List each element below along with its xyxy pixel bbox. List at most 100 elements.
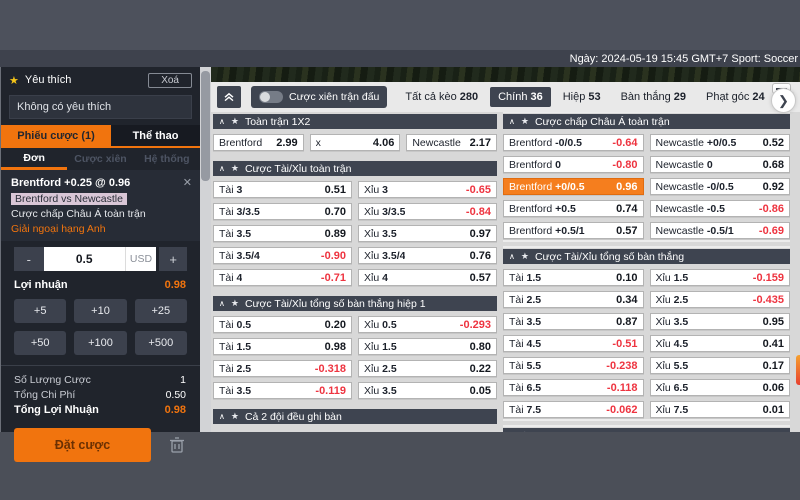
collapse-panel-icon[interactable]: ∧: [219, 164, 225, 173]
trash-icon[interactable]: [169, 436, 185, 454]
odds-cell[interactable]: Tài 4.5-0.51: [503, 335, 644, 352]
favorite-panel-icon[interactable]: ★: [521, 116, 529, 127]
market-tab-0[interactable]: Tất cả kèo280: [397, 87, 486, 107]
odds-cell[interactable]: Xỉu 5.50.17: [650, 357, 791, 374]
panel-header[interactable]: ∧★Cược chấp Châu Á toàn trận: [503, 114, 790, 129]
odds-cell[interactable]: Xỉu 6.50.06: [650, 379, 791, 396]
panel-header[interactable]: ∧★Cược Tài/Xỉu toàn trận: [213, 161, 497, 176]
sidebar-scrollbar[interactable]: [200, 67, 211, 432]
odds-cell[interactable]: Xỉu 4.50.41: [650, 335, 791, 352]
market-tab-2[interactable]: Hiệp53: [555, 87, 609, 107]
odds-cell[interactable]: Brentford2.99: [213, 134, 304, 151]
tab-sports[interactable]: Thể thao: [111, 125, 200, 146]
odds-cell[interactable]: Brentford +0.5/10.57: [503, 222, 644, 239]
floating-widget[interactable]: [796, 355, 800, 385]
odds-cell[interactable]: Newcastle -0/0.50.92: [650, 178, 791, 195]
collapse-panel-icon[interactable]: ∧: [219, 117, 225, 126]
favorite-panel-icon[interactable]: ★: [231, 298, 239, 309]
odds-cell[interactable]: Tài 2.50.34: [503, 291, 644, 308]
quick-add-50-button[interactable]: +50: [14, 331, 66, 355]
market-tab-3[interactable]: Bàn thắng29: [613, 87, 694, 107]
subtab-parlay[interactable]: Cược xiên: [67, 148, 133, 170]
odds-cell[interactable]: Xỉu 3.5/40.76: [358, 247, 497, 264]
odds-cell[interactable]: Brentford -0/0.5-0.64: [503, 134, 644, 151]
quick-add-25-button[interactable]: +25: [135, 299, 187, 323]
favorite-panel-icon[interactable]: ★: [231, 116, 239, 127]
odds-cell[interactable]: Xỉu 40.57: [358, 269, 497, 286]
collapse-panel-icon[interactable]: ∧: [219, 299, 225, 308]
toggle-switch[interactable]: [259, 91, 283, 103]
odds-cell[interactable]: Xỉu 1.5-0.159: [650, 269, 791, 286]
odds-cell[interactable]: Tài 4-0.71: [213, 269, 352, 286]
favorite-panel-icon[interactable]: ★: [231, 163, 239, 174]
odds-cell[interactable]: x4.06: [310, 134, 401, 151]
odds-cell[interactable]: Tài 1.50.98: [213, 338, 352, 355]
odds-cell[interactable]: Tài 3/3.50.70: [213, 203, 352, 220]
quick-add-500-button[interactable]: +500: [135, 331, 187, 355]
panel-header[interactable]: ∧★: [503, 428, 790, 432]
odds-cell[interactable]: Xỉu 0.5-0.293: [358, 316, 497, 333]
stake-input[interactable]: [44, 247, 125, 271]
favorite-panel-icon[interactable]: ★: [521, 251, 529, 262]
odds-row: Brentford +0/0.50.96 Newcastle -0/0.50.92: [503, 178, 790, 195]
odds-label: Tài 3.5: [219, 385, 251, 397]
odds-cell[interactable]: Xỉu 3-0.65: [358, 181, 497, 198]
odds-cell[interactable]: Tài 5.5-0.238: [503, 357, 644, 374]
collapse-panel-icon[interactable]: ∧: [509, 252, 515, 261]
stake-decrease-button[interactable]: -: [14, 247, 44, 271]
odds-cell[interactable]: Brentford +0.50.74: [503, 200, 644, 217]
odds-cell[interactable]: Brentford 0-0.80: [503, 156, 644, 173]
collapse-panel-icon[interactable]: ∧: [509, 117, 515, 126]
remove-bet-icon[interactable]: ✕: [183, 176, 192, 189]
tab-bet-slip[interactable]: Phiếu cược (1): [1, 125, 111, 146]
subtab-system[interactable]: Hệ thống: [134, 148, 200, 170]
odds-cell[interactable]: Xỉu 2.5-0.435: [650, 291, 791, 308]
odds-cell[interactable]: Tài 3.50.89: [213, 225, 352, 242]
odds-cell[interactable]: Xỉu 3.50.05: [358, 382, 497, 399]
panel-header[interactable]: ∧★Toàn trận 1X2: [213, 114, 497, 129]
odds-cell[interactable]: Xỉu 3.50.97: [358, 225, 497, 242]
odds-cell[interactable]: Tài 6.5-0.118: [503, 379, 644, 396]
stake-increase-button[interactable]: +: [159, 247, 187, 271]
tabs-next-arrow[interactable]: ❯: [771, 88, 796, 113]
panel-header[interactable]: ∧★Cược Tài/Xỉu tổng số bàn thắng: [503, 249, 790, 264]
odds-cell[interactable]: Newcastle 00.68: [650, 156, 791, 173]
odds-cell[interactable]: Newcastle -0.5-0.86: [650, 200, 791, 217]
panel-header[interactable]: ∧★Cược Tài/Xỉu tổng số bàn thắng hiệp 1: [213, 296, 497, 311]
odds-cell[interactable]: Tài 3.5-0.119: [213, 382, 352, 399]
clear-favorites-button[interactable]: Xoá: [148, 73, 192, 88]
market-tab-1[interactable]: Chính36: [490, 87, 551, 107]
collapse-all-button[interactable]: [217, 86, 241, 108]
odds-value: -0.062: [606, 404, 637, 416]
odds-cell[interactable]: Xỉu 2.50.22: [358, 360, 497, 377]
odds-cell[interactable]: Xỉu 7.50.01: [650, 401, 791, 418]
odds-cell[interactable]: Tài 1.50.10: [503, 269, 644, 286]
odds-cell[interactable]: Tài 2.5-0.318: [213, 360, 352, 377]
odds-cell[interactable]: Newcastle -0.5/1-0.69: [650, 222, 791, 239]
odds-cell[interactable]: Tài 0.50.20: [213, 316, 352, 333]
odds-cell[interactable]: Xỉu 3.50.95: [650, 313, 791, 330]
panel-header[interactable]: ∧★Cả 2 đội đều ghi bàn: [213, 409, 497, 424]
odds-cell[interactable]: Tài 3.5/4-0.90: [213, 247, 352, 264]
odds-cell[interactable]: Brentford +0/0.50.96: [503, 178, 644, 195]
odds-cell[interactable]: Tài 3.50.87: [503, 313, 644, 330]
favorite-panel-icon[interactable]: ★: [231, 411, 239, 422]
quick-add-5-button[interactable]: +5: [14, 299, 66, 323]
odds-cell[interactable]: Tài 30.51: [213, 181, 352, 198]
odds-handicap: 0: [555, 159, 561, 171]
odds-cell[interactable]: Tài 7.5-0.062: [503, 401, 644, 418]
odds-cell[interactable]: Newcastle +0/0.50.52: [650, 134, 791, 151]
quick-add-100-button[interactable]: +100: [74, 331, 126, 355]
odds-cell[interactable]: Newcastle2.17: [406, 134, 497, 151]
collapse-panel-icon[interactable]: ∧: [219, 412, 225, 421]
odds-cell[interactable]: Xỉu 3/3.5-0.84: [358, 203, 497, 220]
market-tab-4[interactable]: Phạt góc24: [698, 87, 773, 107]
place-bet-button[interactable]: Đặt cược: [14, 428, 151, 462]
parlay-toggle-group[interactable]: Cược xiên trận đấu: [251, 86, 387, 108]
quick-add-10-button[interactable]: +10: [74, 299, 126, 323]
collapse-panel-icon[interactable]: ∧: [509, 431, 515, 432]
favorite-panel-icon[interactable]: ★: [521, 430, 529, 432]
scrollbar-thumb[interactable]: [201, 71, 210, 181]
odds-cell[interactable]: Xỉu 1.50.80: [358, 338, 497, 355]
subtab-single[interactable]: Đơn: [1, 148, 67, 170]
